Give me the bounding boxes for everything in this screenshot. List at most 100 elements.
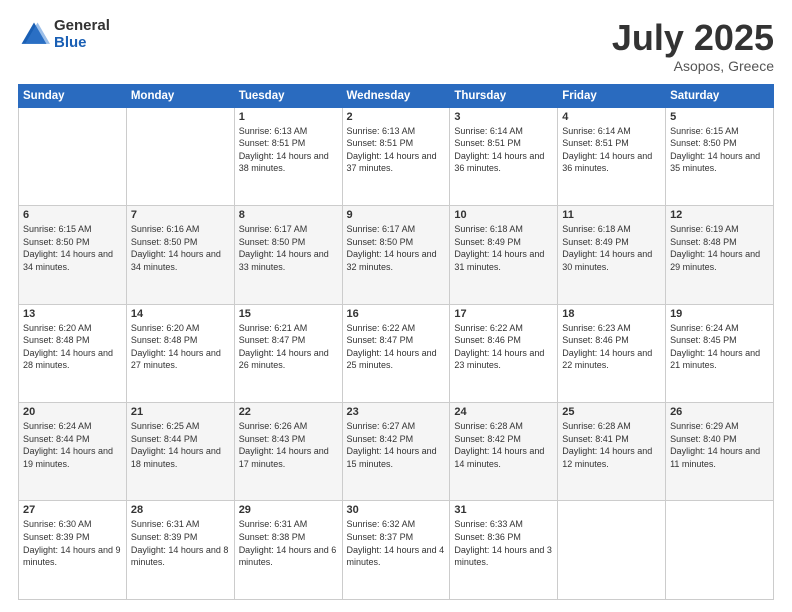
calendar-header-sunday: Sunday bbox=[19, 84, 127, 107]
calendar-cell: 15 Sunrise: 6:21 AM Sunset: 8:47 PM Dayli… bbox=[234, 304, 342, 402]
day-number: 17 bbox=[454, 308, 553, 320]
cell-info: Sunrise: 6:25 AM Sunset: 8:44 PM Dayligh… bbox=[131, 420, 230, 470]
cell-info: Sunrise: 6:29 AM Sunset: 8:40 PM Dayligh… bbox=[670, 420, 769, 470]
calendar-cell bbox=[666, 501, 774, 600]
calendar-cell: 11 Sunrise: 6:18 AM Sunset: 8:49 PM Dayli… bbox=[558, 206, 666, 304]
calendar-cell: 28 Sunrise: 6:31 AM Sunset: 8:39 PM Dayli… bbox=[126, 501, 234, 600]
calendar-cell: 9 Sunrise: 6:17 AM Sunset: 8:50 PM Daylig… bbox=[342, 206, 450, 304]
calendar-cell bbox=[126, 107, 234, 205]
day-number: 27 bbox=[23, 504, 122, 516]
calendar-week-row: 6Sunrise: 6:15 AM Sunset: 8:50 PM Daylig… bbox=[19, 206, 774, 304]
title-block: July 2025 Asopos, Greece bbox=[612, 18, 774, 74]
calendar-cell: 1 Sunrise: 6:13 AM Sunset: 8:51 PM Daylig… bbox=[234, 107, 342, 205]
calendar-cell: 6Sunrise: 6:15 AM Sunset: 8:50 PM Daylig… bbox=[19, 206, 127, 304]
calendar-cell: 5 Sunrise: 6:15 AM Sunset: 8:50 PM Daylig… bbox=[666, 107, 774, 205]
calendar-week-row: 13Sunrise: 6:20 AM Sunset: 8:48 PM Dayli… bbox=[19, 304, 774, 402]
cell-info: Sunrise: 6:13 AM Sunset: 8:51 PM Dayligh… bbox=[347, 125, 446, 175]
cell-info: Sunrise: 6:13 AM Sunset: 8:51 PM Dayligh… bbox=[239, 125, 338, 175]
calendar-cell: 13Sunrise: 6:20 AM Sunset: 8:48 PM Dayli… bbox=[19, 304, 127, 402]
cell-info: Sunrise: 6:14 AM Sunset: 8:51 PM Dayligh… bbox=[562, 125, 661, 175]
cell-info: Sunrise: 6:22 AM Sunset: 8:46 PM Dayligh… bbox=[454, 322, 553, 372]
logo-general-text: General bbox=[54, 18, 110, 35]
day-number: 20 bbox=[23, 406, 122, 418]
cell-info: Sunrise: 6:28 AM Sunset: 8:41 PM Dayligh… bbox=[562, 420, 661, 470]
cell-info: Sunrise: 6:24 AM Sunset: 8:44 PM Dayligh… bbox=[23, 420, 122, 470]
header: General Blue July 2025 Asopos, Greece bbox=[18, 18, 774, 74]
calendar-cell: 26 Sunrise: 6:29 AM Sunset: 8:40 PM Dayli… bbox=[666, 403, 774, 501]
day-number: 15 bbox=[239, 308, 338, 320]
cell-info: Sunrise: 6:28 AM Sunset: 8:42 PM Dayligh… bbox=[454, 420, 553, 470]
day-number: 30 bbox=[347, 504, 446, 516]
day-number: 18 bbox=[562, 308, 661, 320]
calendar-table: SundayMondayTuesdayWednesdayThursdayFrid… bbox=[18, 84, 774, 600]
day-number: 9 bbox=[347, 209, 446, 221]
cell-info: Sunrise: 6:22 AM Sunset: 8:47 PM Dayligh… bbox=[347, 322, 446, 372]
cell-info: Sunrise: 6:30 AM Sunset: 8:39 PM Dayligh… bbox=[23, 518, 122, 568]
calendar-cell bbox=[19, 107, 127, 205]
day-number: 7 bbox=[131, 209, 230, 221]
calendar-cell: 7 Sunrise: 6:16 AM Sunset: 8:50 PM Daylig… bbox=[126, 206, 234, 304]
cell-info: Sunrise: 6:24 AM Sunset: 8:45 PM Dayligh… bbox=[670, 322, 769, 372]
day-number: 5 bbox=[670, 111, 769, 123]
logo: General Blue bbox=[18, 18, 110, 51]
cell-info: Sunrise: 6:15 AM Sunset: 8:50 PM Dayligh… bbox=[23, 223, 122, 273]
day-number: 21 bbox=[131, 406, 230, 418]
calendar-header-monday: Monday bbox=[126, 84, 234, 107]
calendar-cell: 25Sunrise: 6:28 AM Sunset: 8:41 PM Dayli… bbox=[558, 403, 666, 501]
calendar-cell: 21 Sunrise: 6:25 AM Sunset: 8:44 PM Dayli… bbox=[126, 403, 234, 501]
day-number: 2 bbox=[347, 111, 446, 123]
calendar-cell: 27 Sunrise: 6:30 AM Sunset: 8:39 PM Dayli… bbox=[19, 501, 127, 600]
calendar-header-friday: Friday bbox=[558, 84, 666, 107]
day-number: 28 bbox=[131, 504, 230, 516]
day-number: 4 bbox=[562, 111, 661, 123]
calendar-cell: 24 Sunrise: 6:28 AM Sunset: 8:42 PM Dayli… bbox=[450, 403, 558, 501]
main-title: July 2025 bbox=[612, 18, 774, 58]
calendar-cell: 18Sunrise: 6:23 AM Sunset: 8:46 PM Dayli… bbox=[558, 304, 666, 402]
calendar-cell: 16 Sunrise: 6:22 AM Sunset: 8:47 PM Dayli… bbox=[342, 304, 450, 402]
cell-info: Sunrise: 6:17 AM Sunset: 8:50 PM Dayligh… bbox=[347, 223, 446, 273]
cell-info: Sunrise: 6:18 AM Sunset: 8:49 PM Dayligh… bbox=[562, 223, 661, 273]
day-number: 11 bbox=[562, 209, 661, 221]
day-number: 8 bbox=[239, 209, 338, 221]
calendar-cell: 10Sunrise: 6:18 AM Sunset: 8:49 PM Dayli… bbox=[450, 206, 558, 304]
calendar-cell: 17 Sunrise: 6:22 AM Sunset: 8:46 PM Dayli… bbox=[450, 304, 558, 402]
day-number: 10 bbox=[454, 209, 553, 221]
calendar-cell: 14Sunrise: 6:20 AM Sunset: 8:48 PM Dayli… bbox=[126, 304, 234, 402]
cell-info: Sunrise: 6:15 AM Sunset: 8:50 PM Dayligh… bbox=[670, 125, 769, 175]
day-number: 24 bbox=[454, 406, 553, 418]
logo-icon bbox=[18, 19, 50, 51]
cell-info: Sunrise: 6:16 AM Sunset: 8:50 PM Dayligh… bbox=[131, 223, 230, 273]
day-number: 29 bbox=[239, 504, 338, 516]
day-number: 14 bbox=[131, 308, 230, 320]
day-number: 26 bbox=[670, 406, 769, 418]
calendar-cell: 3 Sunrise: 6:14 AM Sunset: 8:51 PM Daylig… bbox=[450, 107, 558, 205]
cell-info: Sunrise: 6:27 AM Sunset: 8:42 PM Dayligh… bbox=[347, 420, 446, 470]
calendar-week-row: 27 Sunrise: 6:30 AM Sunset: 8:39 PM Dayli… bbox=[19, 501, 774, 600]
day-number: 31 bbox=[454, 504, 553, 516]
day-number: 16 bbox=[347, 308, 446, 320]
cell-info: Sunrise: 6:14 AM Sunset: 8:51 PM Dayligh… bbox=[454, 125, 553, 175]
day-number: 22 bbox=[239, 406, 338, 418]
calendar-header-row: SundayMondayTuesdayWednesdayThursdayFrid… bbox=[19, 84, 774, 107]
calendar-cell: 12Sunrise: 6:19 AM Sunset: 8:48 PM Dayli… bbox=[666, 206, 774, 304]
calendar-cell: 22Sunrise: 6:26 AM Sunset: 8:43 PM Dayli… bbox=[234, 403, 342, 501]
logo-text: General Blue bbox=[54, 18, 110, 51]
calendar-week-row: 1 Sunrise: 6:13 AM Sunset: 8:51 PM Daylig… bbox=[19, 107, 774, 205]
calendar-cell: 4 Sunrise: 6:14 AM Sunset: 8:51 PM Daylig… bbox=[558, 107, 666, 205]
calendar-cell bbox=[558, 501, 666, 600]
calendar-cell: 29Sunrise: 6:31 AM Sunset: 8:38 PM Dayli… bbox=[234, 501, 342, 600]
logo-blue-text: Blue bbox=[54, 35, 110, 52]
cell-info: Sunrise: 6:31 AM Sunset: 8:39 PM Dayligh… bbox=[131, 518, 230, 568]
day-number: 19 bbox=[670, 308, 769, 320]
day-number: 1 bbox=[239, 111, 338, 123]
cell-info: Sunrise: 6:33 AM Sunset: 8:36 PM Dayligh… bbox=[454, 518, 553, 568]
calendar-cell: 20 Sunrise: 6:24 AM Sunset: 8:44 PM Dayli… bbox=[19, 403, 127, 501]
subtitle: Asopos, Greece bbox=[612, 58, 774, 74]
day-number: 3 bbox=[454, 111, 553, 123]
cell-info: Sunrise: 6:17 AM Sunset: 8:50 PM Dayligh… bbox=[239, 223, 338, 273]
calendar-header-tuesday: Tuesday bbox=[234, 84, 342, 107]
cell-info: Sunrise: 6:21 AM Sunset: 8:47 PM Dayligh… bbox=[239, 322, 338, 372]
day-number: 13 bbox=[23, 308, 122, 320]
calendar-header-wednesday: Wednesday bbox=[342, 84, 450, 107]
calendar-cell: 31 Sunrise: 6:33 AM Sunset: 8:36 PM Dayli… bbox=[450, 501, 558, 600]
